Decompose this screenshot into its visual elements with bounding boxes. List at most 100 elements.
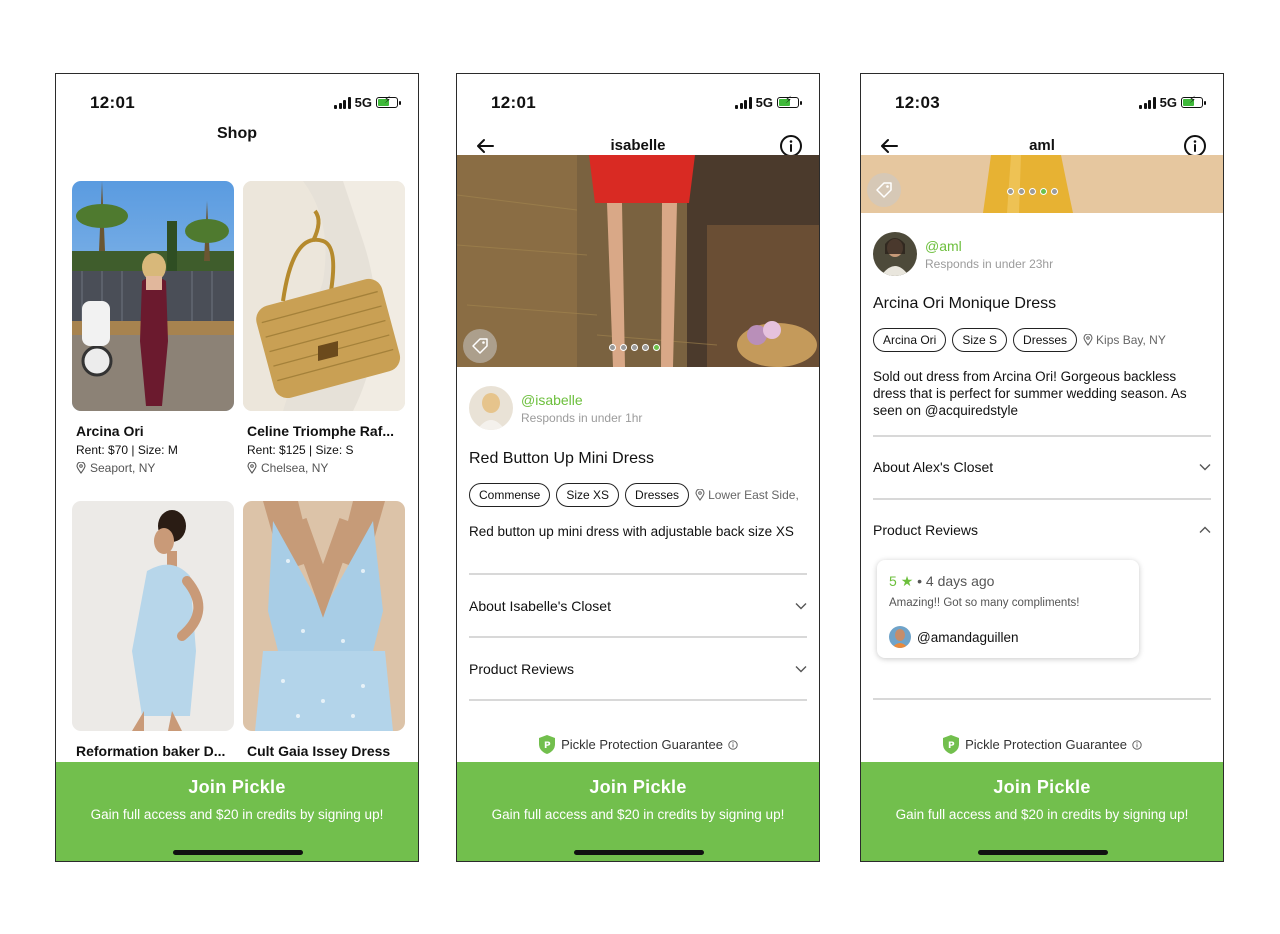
protection-guarantee[interactable]: P Pickle Protection Guarantee xyxy=(861,734,1223,755)
shield-icon: P xyxy=(539,735,556,754)
response-time: Responds in under 23hr xyxy=(925,256,1054,271)
tag-icon xyxy=(472,338,488,354)
banner-subtitle: Gain full access and $20 in credits by s… xyxy=(491,807,785,822)
guarantee-label[interactable]: Pickle Protection Guarantee xyxy=(561,737,723,752)
location-pin-icon xyxy=(247,462,257,474)
chevron-down-icon[interactable] xyxy=(795,602,807,610)
join-banner[interactable]: Join Pickle Gain full access and $20 in … xyxy=(457,762,819,861)
network-label: 5G xyxy=(755,95,773,110)
chevron-down-icon[interactable] xyxy=(795,665,807,673)
location-label: Kips Bay, NY xyxy=(1096,333,1166,347)
avatar[interactable] xyxy=(889,626,911,648)
seller-header-name: aml xyxy=(1029,137,1055,154)
product-description: Red button up mini dress with adjustable… xyxy=(469,524,794,539)
accordion-label[interactable]: Product Reviews xyxy=(873,522,978,538)
product-reviews-accordion[interactable]: Product Reviews xyxy=(873,522,1211,538)
size-chip[interactable]: Size S xyxy=(952,328,1008,352)
category-chip[interactable]: Dresses xyxy=(1013,328,1078,352)
about-closet-accordion[interactable]: About Alex's Closet xyxy=(873,459,1211,475)
product-card[interactable]: Cult Gaia Issey Dress xyxy=(243,501,405,759)
product-name[interactable]: Arcina Ori xyxy=(76,423,234,439)
product-card[interactable]: Reformation baker D... xyxy=(72,501,234,759)
product-title: Red Button Up Mini Dress xyxy=(469,450,654,467)
product-image[interactable] xyxy=(243,501,405,731)
product-name[interactable]: Cult Gaia Issey Dress xyxy=(247,743,405,759)
signal-icon xyxy=(735,96,752,109)
page-title: Shop xyxy=(217,125,257,142)
location-pin-icon xyxy=(76,462,86,474)
divider xyxy=(873,435,1211,437)
product-image[interactable] xyxy=(72,501,234,731)
guarantee-label[interactable]: Pickle Protection Guarantee xyxy=(965,737,1127,752)
product-reviews-accordion[interactable]: Product Reviews xyxy=(469,661,807,677)
banner-subtitle: Gain full access and $20 in credits by s… xyxy=(895,807,1189,822)
reviewer-handle[interactable]: @amandaguillen xyxy=(917,630,1019,645)
banner-title[interactable]: Join Pickle xyxy=(861,777,1223,798)
location-pin-icon xyxy=(1083,334,1093,346)
status-bar: 12:01 5G ⚡ xyxy=(457,74,819,130)
product-title: Arcina Ori Monique Dress xyxy=(873,295,1057,312)
status-time: 12:01 xyxy=(491,93,536,112)
product-image[interactable] xyxy=(72,181,234,411)
accordion-label[interactable]: About Isabelle's Closet xyxy=(469,598,611,614)
seller-info[interactable]: @isabelle Responds in under 1hr xyxy=(469,386,642,430)
brand-chip[interactable]: Commense xyxy=(469,483,551,507)
tag-chips: Arcina Ori Size S Dresses Kips Bay, NY xyxy=(873,328,1166,352)
star-icon: ★ xyxy=(900,573,914,589)
phone-listing-aml: 12:03 5G ⚡ aml @aml Responds in under 23… xyxy=(860,73,1224,862)
join-banner[interactable]: Join Pickle Gain full access and $20 in … xyxy=(56,762,418,861)
info-icon[interactable] xyxy=(1132,739,1142,750)
review-card: 5 ★ • 4 days ago Amazing!! Got so many c… xyxy=(877,560,1139,658)
status-time: 12:01 xyxy=(90,93,135,112)
product-image-carousel[interactable] xyxy=(457,155,819,367)
seller-header-name: isabelle xyxy=(610,137,666,154)
banner-title[interactable]: Join Pickle xyxy=(457,777,819,798)
phone-listing-isabelle: 12:01 5G ⚡ isabelle @isabelle Responds i… xyxy=(456,73,820,862)
svg-text:P: P xyxy=(948,741,955,751)
home-indicator[interactable] xyxy=(574,850,704,855)
product-description: Sold out dress from Arcina Ori! Gorgeous… xyxy=(873,369,1187,418)
status-time: 12:03 xyxy=(895,93,940,112)
review-rating: 5 xyxy=(889,573,897,589)
carousel-dots[interactable] xyxy=(1007,188,1058,195)
category-chip[interactable]: Dresses xyxy=(625,483,690,507)
product-card[interactable]: Arcina Ori Rent: $70 | Size: M Seaport, … xyxy=(72,181,234,475)
seller-handle[interactable]: @isabelle xyxy=(521,392,642,408)
location-pin-icon xyxy=(695,489,705,501)
chevron-down-icon[interactable] xyxy=(1199,463,1211,471)
tag-button[interactable] xyxy=(463,329,497,363)
home-indicator[interactable] xyxy=(978,850,1108,855)
chevron-up-icon[interactable] xyxy=(1199,526,1211,534)
avatar[interactable] xyxy=(873,232,917,276)
accordion-label[interactable]: About Alex's Closet xyxy=(873,459,993,475)
banner-subtitle: Gain full access and $20 in credits by s… xyxy=(90,807,384,822)
avatar[interactable] xyxy=(469,386,513,430)
info-icon[interactable] xyxy=(728,739,738,750)
network-label: 5G xyxy=(354,95,372,110)
home-indicator[interactable] xyxy=(173,850,303,855)
about-closet-accordion[interactable]: About Isabelle's Closet xyxy=(469,598,807,614)
product-image[interactable] xyxy=(243,181,405,411)
divider xyxy=(873,498,1211,500)
product-card[interactable]: Celine Triomphe Raf... Rent: $125 | Size… xyxy=(243,181,405,475)
accordion-label[interactable]: Product Reviews xyxy=(469,661,574,677)
seller-info[interactable]: @aml Responds in under 23hr xyxy=(873,232,1053,276)
product-name[interactable]: Celine Triomphe Raf... xyxy=(247,423,405,439)
product-price: Rent: $125 | Size: S xyxy=(247,443,354,457)
product-image-carousel[interactable] xyxy=(861,155,1223,213)
size-chip[interactable]: Size XS xyxy=(556,483,620,507)
tag-button[interactable] xyxy=(867,173,901,207)
brand-chip[interactable]: Arcina Ori xyxy=(873,328,947,352)
network-label: 5G xyxy=(1159,95,1177,110)
response-time: Responds in under 1hr xyxy=(521,410,643,425)
product-name[interactable]: Reformation baker D... xyxy=(76,743,234,759)
tag-icon xyxy=(876,182,892,198)
protection-guarantee[interactable]: P Pickle Protection Guarantee xyxy=(457,734,819,755)
seller-handle[interactable]: @aml xyxy=(925,238,1053,254)
battery-icon: ⚡ xyxy=(376,95,401,108)
divider xyxy=(873,698,1211,700)
banner-title[interactable]: Join Pickle xyxy=(56,777,418,798)
join-banner[interactable]: Join Pickle Gain full access and $20 in … xyxy=(861,762,1223,861)
signal-icon xyxy=(1139,96,1156,109)
carousel-dots[interactable] xyxy=(609,344,660,351)
